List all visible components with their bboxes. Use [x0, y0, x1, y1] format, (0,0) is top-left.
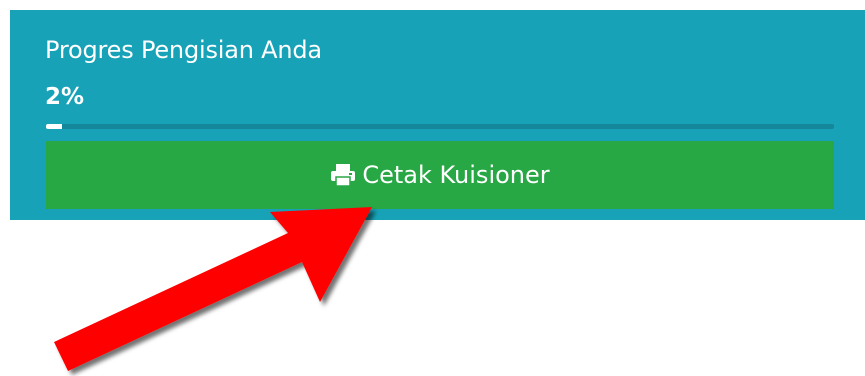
progress-panel: Progres Pengisian Anda 2% Cetak Kuisione…	[10, 10, 865, 220]
progress-bar-fill	[46, 124, 62, 129]
progress-bar	[46, 124, 834, 129]
print-questionnaire-button[interactable]: Cetak Kuisioner	[46, 141, 834, 209]
page: Progres Pengisian Anda 2% Cetak Kuisione…	[0, 0, 865, 376]
progress-percent: 2%	[45, 84, 85, 110]
print-button-label: Cetak Kuisioner	[362, 161, 550, 189]
print-icon	[330, 163, 356, 187]
progress-title: Progres Pengisian Anda	[45, 36, 322, 64]
